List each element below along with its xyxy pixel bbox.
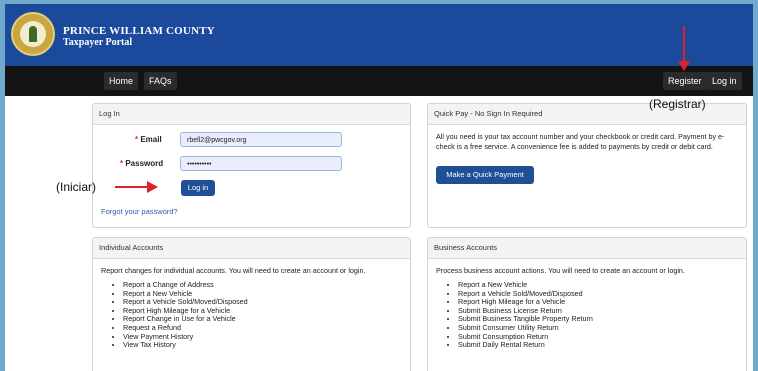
annotation-overlay [115,26,690,193]
login-arrow-head [147,181,158,193]
login-arrow-icon [115,181,158,193]
register-arrow-icon [678,26,690,71]
register-annotation: (Registrar) [649,97,706,111]
login-annotation: (Iniciar) [56,180,97,194]
register-arrow-head [678,61,690,71]
